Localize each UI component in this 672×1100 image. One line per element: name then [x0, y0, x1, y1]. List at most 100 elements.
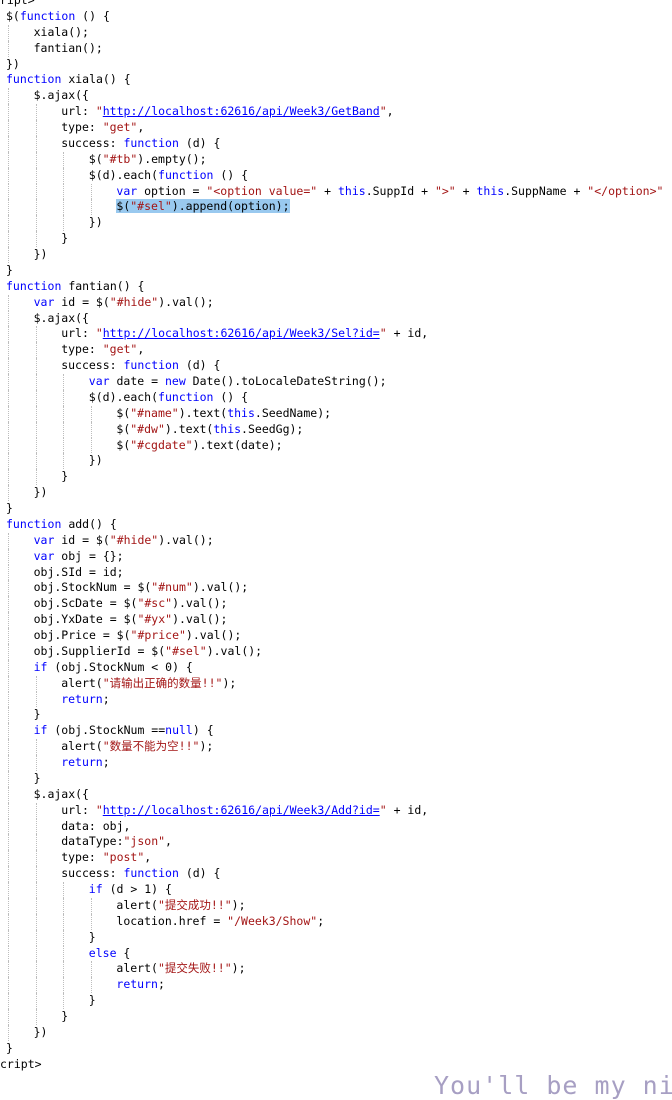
code-line: return; — [0, 977, 672, 994]
code-token: "请输出正确的数量!!" — [102, 675, 223, 690]
code-token[interactable]: http://localhost:62616/api/Week3/GetBand — [103, 104, 380, 118]
code-line: function fantian() { — [0, 279, 672, 295]
indent-guide — [90, 977, 92, 994]
code-line-content: var id = $("#hide").val(); — [34, 295, 214, 311]
indent-guide — [63, 977, 65, 994]
indent-guide — [35, 691, 37, 708]
code-line: } — [0, 1009, 672, 1025]
code-token: url: — [61, 802, 96, 817]
code-line-content: } — [34, 771, 41, 787]
code-token: ).val(); — [206, 643, 263, 658]
code-line-content: }) — [34, 485, 48, 501]
code-line-content: }) — [89, 215, 103, 231]
code-line: $("#dw").text(this.SeedGg); — [0, 421, 672, 438]
indent-guide — [63, 929, 65, 946]
indent-guide — [63, 882, 65, 898]
code-token: url: — [61, 326, 96, 341]
indent-guide — [63, 151, 65, 168]
code-token: (d) { — [178, 135, 221, 150]
code-token: obj.Price = $( — [33, 628, 131, 642]
code-line-content: url: "http://localhost:62616/api/Week3/S… — [61, 326, 428, 342]
code-token: alert( — [61, 675, 103, 690]
code-line: if (obj.StockNum ==null) { — [0, 723, 672, 740]
code-token: "数量不能为空!!" — [102, 739, 200, 754]
indent-guide — [35, 135, 37, 152]
code-token: function — [123, 135, 179, 150]
indent-guide — [63, 453, 65, 470]
code-token: obj.SId = id; — [33, 564, 124, 579]
code-line-content: } — [89, 930, 96, 946]
code-token: ">" — [434, 183, 456, 198]
code-token: else — [88, 945, 117, 960]
code-token: obj.StockNum = $( — [33, 580, 152, 595]
code-token[interactable]: http://localhost:62616/api/Week3/Sel?id= — [103, 326, 380, 340]
code-token: (d) { — [178, 358, 221, 373]
indent-guide — [8, 310, 9, 327]
code-token: () { — [213, 167, 249, 182]
indent-guide — [35, 866, 37, 882]
code-token: " — [379, 104, 387, 119]
code-token: fantian() { — [61, 278, 145, 293]
indent-guide — [35, 469, 37, 486]
code-token: xiala(); — [33, 24, 89, 39]
code-token: ); — [231, 961, 246, 976]
code-token: return — [61, 755, 103, 769]
indent-guide — [35, 453, 37, 470]
code-token: fantian(); — [33, 40, 103, 55]
indent-guide — [8, 405, 9, 422]
code-token: "提交成功!!" — [157, 897, 232, 912]
indent-guide — [8, 358, 9, 374]
code-line-content: alert("请输出正确的数量!!"); — [61, 676, 236, 692]
code-editor[interactable]: ript> $(function () {xiala(); fantian();})… — [0, 0, 672, 1073]
indent-guide — [35, 961, 37, 978]
code-line-content: }) — [34, 247, 48, 263]
code-token: "#sc" — [137, 596, 173, 611]
code-token: if — [88, 882, 103, 896]
code-token: var — [88, 374, 110, 388]
code-line: }) — [0, 1024, 672, 1041]
code-line: alert("请输出正确的数量!!"); — [0, 675, 672, 692]
indent-guide — [8, 532, 9, 549]
code-line: } — [0, 231, 672, 247]
code-line-content: data: obj, — [61, 819, 130, 835]
code-token: this — [213, 421, 242, 436]
code-token: success: — [61, 866, 124, 881]
code-line: $(d).each(function () { — [0, 389, 672, 406]
code-token: } — [61, 1009, 69, 1023]
indent-guide — [8, 675, 9, 692]
code-line-content: $(function () { — [6, 9, 110, 25]
code-token: , — [137, 120, 145, 134]
code-token: + id, — [386, 802, 429, 817]
code-token[interactable]: http://localhost:62616/api/Week3/Add?id= — [103, 803, 380, 817]
indent-guide — [8, 755, 9, 771]
indent-guide — [8, 643, 9, 660]
code-line-content: $("#tb").empty(); — [89, 152, 207, 168]
code-line-content: if (obj.StockNum ==null) { — [34, 723, 214, 739]
indent-guide — [35, 215, 37, 232]
code-line: } — [0, 1041, 672, 1057]
indent-guide — [8, 24, 9, 41]
code-token: ); — [199, 739, 214, 754]
code-token: data: obj, — [61, 818, 131, 833]
indent-guide — [90, 199, 92, 216]
code-line-content: obj.Price = $("#price").val(); — [34, 628, 242, 644]
indent-guide — [35, 326, 37, 343]
code-token: "提交失败!!" — [157, 961, 232, 976]
code-line-content: fantian(); — [34, 41, 103, 57]
code-token: function — [123, 866, 179, 881]
indent-guide — [8, 993, 9, 1009]
code-token: function — [123, 358, 179, 373]
indent-guide — [63, 183, 65, 200]
code-token: return — [61, 691, 103, 706]
code-line-content: } — [61, 469, 68, 485]
code-token: date = — [109, 374, 165, 388]
code-line: xiala(); — [0, 24, 672, 41]
indent-guide — [8, 564, 9, 581]
code-token: "/Week3/Show" — [227, 913, 318, 928]
code-token: $( — [116, 421, 131, 436]
code-token: " — [379, 802, 387, 817]
code-token: (d) { — [178, 866, 221, 881]
code-token: "#num" — [151, 580, 193, 595]
code-token: alert( — [116, 897, 158, 912]
code-token: new — [164, 374, 186, 388]
